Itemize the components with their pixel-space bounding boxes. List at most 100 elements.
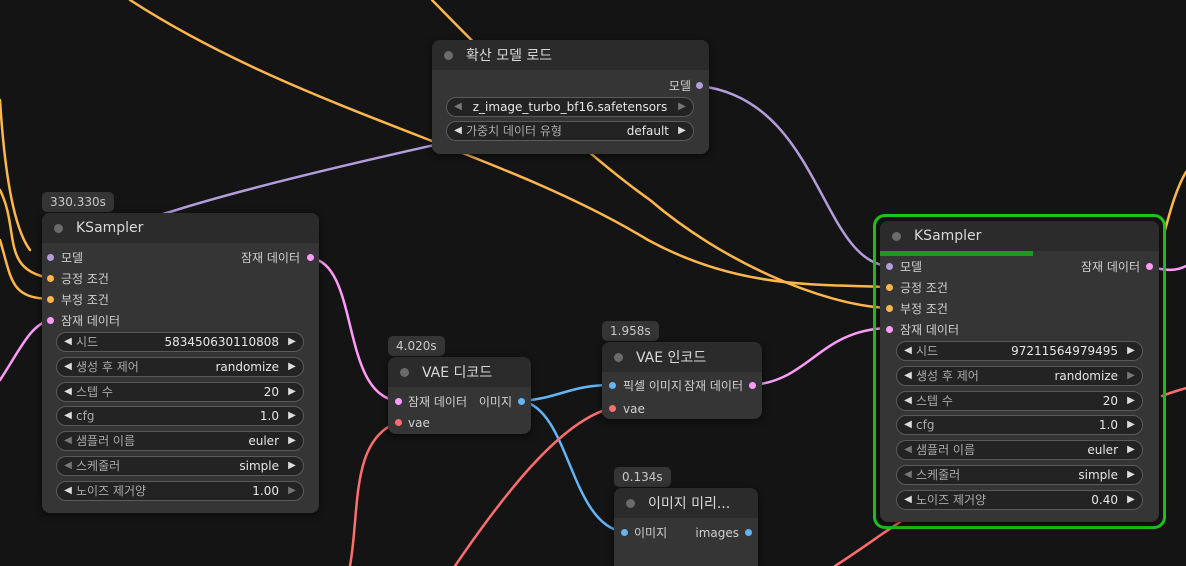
ksampler-node-2[interactable]: KSampler 모델 잠재 데이터 긍정 조건 부정 조건 잠재 데이터 ◀ … xyxy=(880,221,1159,522)
input-label-pixels: 픽셀 이미지 xyxy=(623,379,683,393)
unet-name-combo[interactable]: ◀ z_image_turbo_bf16.safetensors ▶ xyxy=(446,97,694,117)
node-header[interactable]: KSampler xyxy=(880,221,1159,251)
triangle-right-icon[interactable]: ▶ xyxy=(287,361,297,373)
triangle-right-icon[interactable]: ▶ xyxy=(677,101,687,113)
output-label-latent: 잠재 데이터 xyxy=(240,251,300,265)
vae-encode-node[interactable]: VAE 인코드 픽셀 이미지 잠재 데이터 vae xyxy=(602,342,762,419)
node-header[interactable]: VAE 디코드 xyxy=(388,357,531,387)
triangle-left-icon[interactable]: ◀ xyxy=(903,444,913,456)
input-port-vae[interactable] xyxy=(609,405,616,412)
output-port-latent[interactable] xyxy=(749,382,756,389)
node-title: KSampler xyxy=(76,220,144,236)
triangle-left-icon[interactable]: ◀ xyxy=(63,410,73,422)
input-port-latent[interactable] xyxy=(395,398,402,405)
input-port-negative[interactable] xyxy=(47,296,54,303)
triangle-left-icon[interactable]: ◀ xyxy=(903,370,913,382)
cfg-widget[interactable]: ◀ cfg 1.0 ▶ xyxy=(56,406,304,426)
widget-value: simple xyxy=(1078,468,1118,482)
triangle-left-icon[interactable]: ◀ xyxy=(63,386,73,398)
node-header[interactable]: VAE 인코드 xyxy=(602,342,762,372)
seed-widget[interactable]: ◀ 시드 97211564979495 ▶ xyxy=(896,341,1143,361)
output-port-image[interactable] xyxy=(518,398,525,405)
triangle-right-icon[interactable]: ▶ xyxy=(1126,494,1136,506)
wire-model-to-ksampler2 xyxy=(698,84,890,268)
input-port-latent[interactable] xyxy=(886,326,893,333)
input-port-pixels[interactable] xyxy=(609,382,616,389)
scheduler-widget[interactable]: ◀ 스케줄러 simple ▶ xyxy=(56,456,304,476)
triangle-left-icon[interactable]: ◀ xyxy=(453,125,463,137)
triangle-right-icon[interactable]: ▶ xyxy=(1126,469,1136,481)
input-port-latent[interactable] xyxy=(47,317,54,324)
triangle-left-icon[interactable]: ◀ xyxy=(453,101,463,113)
preview-image-node[interactable]: 이미지 미리... 이미지 images xyxy=(614,488,758,566)
node-title: VAE 디코드 xyxy=(422,365,493,381)
steps-widget[interactable]: ◀ 스텝 수 20 ▶ xyxy=(896,391,1143,411)
input-port-negative[interactable] xyxy=(886,305,893,312)
triangle-left-icon[interactable]: ◀ xyxy=(63,336,73,348)
triangle-right-icon[interactable]: ▶ xyxy=(287,336,297,348)
wire-image-to-preview xyxy=(520,399,626,534)
triangle-left-icon[interactable]: ◀ xyxy=(903,469,913,481)
node-header[interactable]: KSampler xyxy=(42,213,319,243)
output-port-latent[interactable] xyxy=(1146,263,1153,270)
weight-dtype-combo[interactable]: ◀ 가중치 데이터 유형 default ▶ xyxy=(446,121,694,141)
status-dot-icon xyxy=(626,498,635,508)
input-label-negative: 부정 조건 xyxy=(900,302,948,316)
triangle-left-icon[interactable]: ◀ xyxy=(903,419,913,431)
triangle-right-icon[interactable]: ▶ xyxy=(1126,370,1136,382)
input-port-model[interactable] xyxy=(886,263,893,270)
input-label-latent: 잠재 데이터 xyxy=(61,314,121,328)
ksampler-node-1[interactable]: KSampler 모델 잠재 데이터 긍정 조건 부정 조건 잠재 데이터 ◀ … xyxy=(42,213,319,513)
output-port-latent[interactable] xyxy=(307,254,314,261)
input-port-positive[interactable] xyxy=(886,284,893,291)
vae-decode-node[interactable]: VAE 디코드 잠재 데이터 이미지 vae xyxy=(388,357,531,434)
triangle-right-icon[interactable]: ▶ xyxy=(1126,345,1136,357)
triangle-right-icon[interactable]: ▶ xyxy=(287,386,297,398)
cfg-widget[interactable]: ◀ cfg 1.0 ▶ xyxy=(896,415,1143,435)
seed-widget[interactable]: ◀ 시드 583450630110808 ▶ xyxy=(56,332,304,352)
scheduler-widget[interactable]: ◀ 스케줄러 simple ▶ xyxy=(896,465,1143,485)
triangle-left-icon[interactable]: ◀ xyxy=(63,485,73,497)
output-port-model[interactable] xyxy=(696,82,703,89)
triangle-right-icon[interactable]: ▶ xyxy=(287,460,297,472)
triangle-left-icon[interactable]: ◀ xyxy=(903,494,913,506)
input-port-vae[interactable] xyxy=(395,419,402,426)
status-dot-icon xyxy=(614,352,623,362)
denoise-widget[interactable]: ◀ 노이즈 제거양 1.00 ▶ xyxy=(56,481,304,501)
output-port-images[interactable] xyxy=(745,529,752,536)
input-port-model[interactable] xyxy=(47,254,54,261)
status-dot-icon xyxy=(54,223,63,233)
triangle-left-icon[interactable]: ◀ xyxy=(903,395,913,407)
widget-value: 20 xyxy=(263,385,279,399)
node-header[interactable]: 이미지 미리... xyxy=(614,488,758,518)
control-after-generate-widget[interactable]: ◀ 생성 후 제어 randomize ▶ xyxy=(896,366,1143,386)
widget-value: euler xyxy=(1087,443,1118,457)
steps-widget[interactable]: ◀ 스텝 수 20 ▶ xyxy=(56,382,304,402)
control-after-generate-widget[interactable]: ◀ 생성 후 제어 randomize ▶ xyxy=(56,357,304,377)
wire-latent-encode-to-k2 xyxy=(751,326,890,387)
execution-time-badge: 330.330s xyxy=(42,192,114,212)
triangle-left-icon[interactable]: ◀ xyxy=(903,345,913,357)
triangle-right-icon[interactable]: ▶ xyxy=(1126,395,1136,407)
triangle-right-icon[interactable]: ▶ xyxy=(1126,419,1136,431)
input-port-positive[interactable] xyxy=(47,275,54,282)
load-diffusion-model-node[interactable]: 확산 모델 로드 모델 ◀ z_image_turbo_bf16.safeten… xyxy=(432,40,709,154)
triangle-left-icon[interactable]: ◀ xyxy=(63,361,73,373)
widget-value: simple xyxy=(239,459,279,473)
triangle-left-icon[interactable]: ◀ xyxy=(63,435,73,447)
sampler-name-widget[interactable]: ◀ 샘플러 이름 euler ▶ xyxy=(56,431,304,451)
triangle-right-icon[interactable]: ▶ xyxy=(1126,444,1136,456)
unet-name-value: z_image_turbo_bf16.safetensors xyxy=(472,100,668,114)
input-label-model: 모델 xyxy=(61,251,84,265)
input-port-images[interactable] xyxy=(621,529,628,536)
triangle-right-icon[interactable]: ▶ xyxy=(287,485,297,497)
execution-time-badge: 1.958s xyxy=(602,321,659,341)
triangle-right-icon[interactable]: ▶ xyxy=(677,125,687,137)
sampler-name-widget[interactable]: ◀ 샘플러 이름 euler ▶ xyxy=(896,440,1143,460)
node-header[interactable]: 확산 모델 로드 xyxy=(432,40,709,70)
triangle-left-icon[interactable]: ◀ xyxy=(63,460,73,472)
triangle-right-icon[interactable]: ▶ xyxy=(287,410,297,422)
input-label-positive: 긍정 조건 xyxy=(900,281,948,295)
triangle-right-icon[interactable]: ▶ xyxy=(287,435,297,447)
denoise-widget[interactable]: ◀ 노이즈 제거양 0.40 ▶ xyxy=(896,490,1143,510)
